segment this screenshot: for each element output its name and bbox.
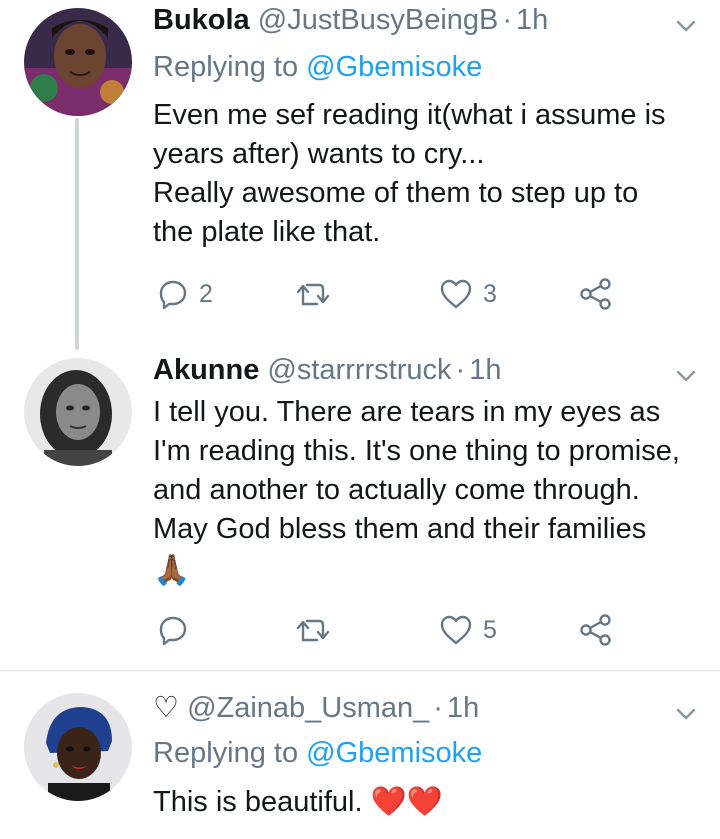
user-handle[interactable]: @Zainab_Usman_: [187, 692, 429, 724]
share-button[interactable]: [579, 610, 613, 650]
reply-count: 2: [199, 279, 213, 308]
tweet-text-line: the plate like that.: [153, 216, 381, 248]
avatar-zainab[interactable]: [24, 693, 132, 801]
reply-icon: [159, 616, 187, 646]
share-button[interactable]: [579, 274, 613, 314]
tweet-text-line: I'm reading this. It's one thing to prom…: [153, 435, 680, 467]
tweet-header: ♡ @Zainab_Usman_ · 1h: [153, 690, 479, 726]
reply-button[interactable]: 2: [157, 274, 213, 314]
tweet-actions: 5: [153, 610, 673, 650]
heart-icon: [440, 279, 472, 309]
share-icon: [580, 278, 611, 310]
reply-button[interactable]: [157, 610, 199, 650]
tweet-text: I tell you. There are tears in my eyes a…: [153, 393, 698, 549]
tweet-text-line: This is beautiful. ❤️❤️: [153, 786, 443, 818]
timestamp[interactable]: 1h: [469, 354, 501, 386]
like-count: 5: [483, 615, 497, 644]
reply-icon: [159, 280, 187, 310]
avatar-akunne[interactable]: [24, 358, 132, 466]
tweet-actions: 2 3: [153, 274, 673, 314]
tweet-text: Even me sef reading it(what i assume is …: [153, 96, 698, 252]
tweet-text-line: I tell you. There are tears in my eyes a…: [153, 396, 661, 428]
tweet-text-line: years after) wants to cry...: [153, 138, 485, 170]
timestamp[interactable]: 1h: [516, 4, 548, 36]
replying-prefix: Replying to: [153, 737, 299, 769]
chevron-down-icon[interactable]: [674, 14, 698, 38]
chevron-down-icon[interactable]: [674, 364, 698, 388]
chevron-down-icon[interactable]: [674, 702, 698, 726]
thread-line: [75, 118, 79, 350]
retweet-icon: [296, 619, 330, 642]
time-separator: ·: [455, 354, 466, 386]
tweet-header: Bukola @JustBusyBeingB · 1h: [153, 2, 548, 38]
share-icon: [580, 614, 611, 646]
like-button[interactable]: 5: [439, 610, 497, 650]
time-separator: ·: [433, 692, 443, 724]
tweet-akunne[interactable]: Akunne @starrrrstruck · 1h I tell you. The…: [0, 350, 720, 670]
heart-icon: [440, 615, 472, 645]
avatar-bukola[interactable]: [24, 8, 132, 116]
folded-hands-emoji: 🙏🏾: [153, 554, 191, 587]
replying-to: Replying to @Gbemisoke: [153, 49, 482, 85]
retweet-button[interactable]: [295, 274, 341, 314]
display-name[interactable]: Bukola: [153, 4, 250, 36]
retweet-icon: [296, 283, 330, 306]
heart-outline-icon: ♡: [153, 692, 179, 724]
tweet-text: This is beautiful. ❤️❤️: [153, 783, 698, 822]
tweet-header: Akunne @starrrrstruck · 1h: [153, 352, 501, 388]
display-name[interactable]: Akunne: [153, 354, 259, 386]
user-handle[interactable]: @starrrrstruck: [267, 354, 451, 386]
replying-to: Replying to @Gbemisoke: [153, 735, 482, 771]
user-handle[interactable]: @JustBusyBeingB: [258, 4, 499, 36]
like-count: 3: [483, 279, 497, 308]
tweet-text-line: May God bless them and their families: [153, 513, 647, 545]
replying-prefix: Replying to: [153, 51, 299, 83]
retweet-button[interactable]: [295, 610, 341, 650]
time-separator: ·: [502, 4, 513, 36]
tweet-text-line: Really awesome of them to step up to: [153, 177, 639, 209]
replying-to-handle[interactable]: @Gbemisoke: [306, 51, 482, 83]
timestamp[interactable]: 1h: [447, 692, 479, 724]
replying-to-handle[interactable]: @Gbemisoke: [306, 737, 482, 769]
tweet-text-line: Even me sef reading it(what i assume is: [153, 99, 666, 131]
like-button[interactable]: 3: [439, 274, 497, 314]
tweet-text-line: and another to actually come through.: [153, 474, 640, 506]
tweet-bukola[interactable]: Bukola @JustBusyBeingB · 1h Replying to @G…: [0, 0, 720, 350]
tweet-zainab[interactable]: ♡ @Zainab_Usman_ · 1h Replying to @Gbemiso…: [0, 671, 720, 839]
